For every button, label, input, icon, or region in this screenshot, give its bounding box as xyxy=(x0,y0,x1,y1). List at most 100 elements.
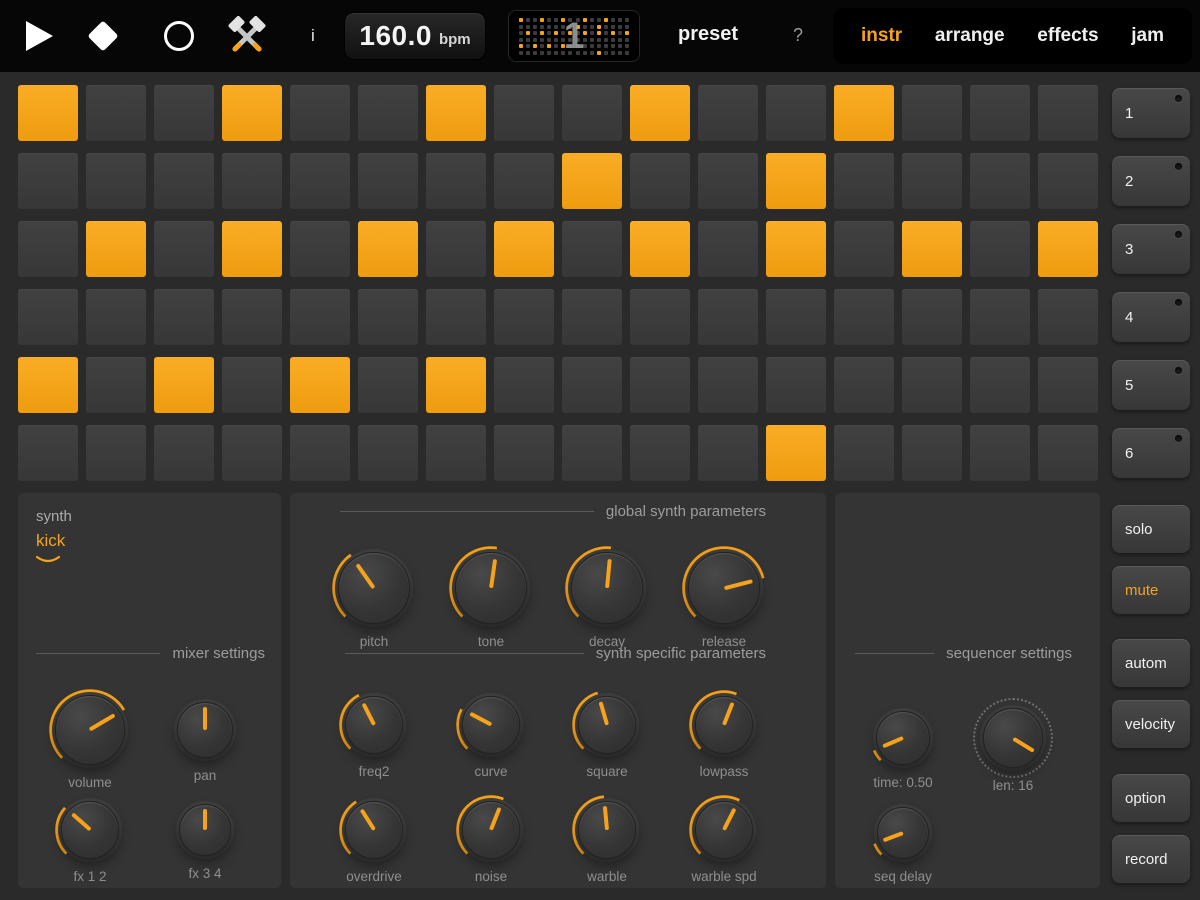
pad-r4-c9[interactable] xyxy=(562,289,622,345)
pad-r2-c10[interactable] xyxy=(630,153,690,209)
bpm-display[interactable]: 160.0 bpm xyxy=(344,12,486,60)
track-button-5[interactable]: 5 xyxy=(1112,360,1190,410)
pad-r4-c5[interactable] xyxy=(290,289,350,345)
pad-r4-c14[interactable] xyxy=(902,289,962,345)
pad-r2-c15[interactable] xyxy=(970,153,1030,209)
track-button-6[interactable]: 6 xyxy=(1112,428,1190,478)
mute-button[interactable]: mute xyxy=(1112,566,1190,614)
pad-r1-c14[interactable] xyxy=(902,85,962,141)
pad-r1-c2[interactable] xyxy=(86,85,146,141)
pad-r4-c13[interactable] xyxy=(834,289,894,345)
pad-r1-c12[interactable] xyxy=(766,85,826,141)
pad-r3-c8[interactable] xyxy=(494,221,554,277)
pad-r4-c4[interactable] xyxy=(222,289,282,345)
pad-r6-c8[interactable] xyxy=(494,425,554,481)
knob-curve[interactable]: curve xyxy=(431,690,551,779)
pad-r3-c14[interactable] xyxy=(902,221,962,277)
pad-r4-c16[interactable] xyxy=(1038,289,1098,345)
tab-jam[interactable]: jam xyxy=(1131,25,1164,47)
pad-r3-c11[interactable] xyxy=(698,221,758,277)
pad-r6-c3[interactable] xyxy=(154,425,214,481)
pad-r5-c15[interactable] xyxy=(970,357,1030,413)
pad-r2-c3[interactable] xyxy=(154,153,214,209)
pad-r5-c13[interactable] xyxy=(834,357,894,413)
pad-r6-c2[interactable] xyxy=(86,425,146,481)
pad-r1-c10[interactable] xyxy=(630,85,690,141)
pad-r1-c3[interactable] xyxy=(154,85,214,141)
pad-r1-c15[interactable] xyxy=(970,85,1030,141)
pad-r1-c11[interactable] xyxy=(698,85,758,141)
pad-r3-c13[interactable] xyxy=(834,221,894,277)
pad-r5-c10[interactable] xyxy=(630,357,690,413)
pad-r1-c16[interactable] xyxy=(1038,85,1098,141)
pad-r3-c5[interactable] xyxy=(290,221,350,277)
pattern-overview-display[interactable]: 1 xyxy=(508,10,640,62)
tab-instr[interactable]: instr xyxy=(861,25,902,47)
track-button-3[interactable]: 3 xyxy=(1112,224,1190,274)
pad-r6-c9[interactable] xyxy=(562,425,622,481)
pad-r1-c6[interactable] xyxy=(358,85,418,141)
velocity-button[interactable]: velocity xyxy=(1112,700,1190,748)
pad-r6-c5[interactable] xyxy=(290,425,350,481)
play-icon[interactable] xyxy=(26,21,53,51)
pad-r4-c12[interactable] xyxy=(766,289,826,345)
pad-r2-c14[interactable] xyxy=(902,153,962,209)
help-button[interactable]: ? xyxy=(793,25,803,46)
preset-button[interactable]: preset xyxy=(678,23,738,46)
pad-r4-c3[interactable] xyxy=(154,289,214,345)
pad-r3-c1[interactable] xyxy=(18,221,78,277)
pad-r5-c11[interactable] xyxy=(698,357,758,413)
pad-r5-c3[interactable] xyxy=(154,357,214,413)
pad-r2-c6[interactable] xyxy=(358,153,418,209)
knob-lowpass[interactable]: lowpass xyxy=(664,690,784,779)
pad-r6-c6[interactable] xyxy=(358,425,418,481)
record-circle-icon[interactable] xyxy=(164,21,194,51)
knob-square[interactable]: square xyxy=(547,690,667,779)
knob-noise[interactable]: noise xyxy=(431,795,551,884)
knob-time[interactable]: time: 0.50 xyxy=(843,705,963,790)
pad-r3-c12[interactable] xyxy=(766,221,826,277)
pad-r2-c2[interactable] xyxy=(86,153,146,209)
pad-r5-c14[interactable] xyxy=(902,357,962,413)
option-button[interactable]: option xyxy=(1112,774,1190,822)
pad-r4-c11[interactable] xyxy=(698,289,758,345)
hammers-icon[interactable] xyxy=(226,16,268,58)
pad-r2-c8[interactable] xyxy=(494,153,554,209)
knob-volume[interactable]: volume xyxy=(30,689,150,790)
pad-r6-c12[interactable] xyxy=(766,425,826,481)
pad-r6-c4[interactable] xyxy=(222,425,282,481)
pad-r5-c12[interactable] xyxy=(766,357,826,413)
pad-r5-c4[interactable] xyxy=(222,357,282,413)
knob-release[interactable]: release xyxy=(664,546,784,649)
pad-r2-c11[interactable] xyxy=(698,153,758,209)
pad-r2-c4[interactable] xyxy=(222,153,282,209)
pad-r4-c15[interactable] xyxy=(970,289,1030,345)
pad-r5-c2[interactable] xyxy=(86,357,146,413)
knob-len[interactable]: len: 16 xyxy=(953,698,1073,793)
knob-seqdelay[interactable]: seq delay xyxy=(843,801,963,884)
knob-warble[interactable]: warble xyxy=(547,795,667,884)
pad-r1-c7[interactable] xyxy=(426,85,486,141)
pad-r2-c1[interactable] xyxy=(18,153,78,209)
pad-r3-c16[interactable] xyxy=(1038,221,1098,277)
pad-r1-c8[interactable] xyxy=(494,85,554,141)
pad-r4-c6[interactable] xyxy=(358,289,418,345)
pad-r5-c6[interactable] xyxy=(358,357,418,413)
knob-freq2[interactable]: freq2 xyxy=(314,690,434,779)
pad-r3-c6[interactable] xyxy=(358,221,418,277)
track-button-2[interactable]: 2 xyxy=(1112,156,1190,206)
record-button[interactable]: record xyxy=(1112,835,1190,883)
solo-button[interactable]: solo xyxy=(1112,505,1190,553)
pad-r1-c4[interactable] xyxy=(222,85,282,141)
diamond-icon[interactable] xyxy=(87,20,119,52)
track-button-1[interactable]: 1 xyxy=(1112,88,1190,138)
knob-fx34[interactable]: fx 3 4 xyxy=(145,804,265,881)
pad-r4-c10[interactable] xyxy=(630,289,690,345)
pad-r1-c13[interactable] xyxy=(834,85,894,141)
pad-r4-c8[interactable] xyxy=(494,289,554,345)
pad-r6-c15[interactable] xyxy=(970,425,1030,481)
pad-r5-c9[interactable] xyxy=(562,357,622,413)
pad-r2-c7[interactable] xyxy=(426,153,486,209)
pad-r4-c1[interactable] xyxy=(18,289,78,345)
knob-pan[interactable]: pan xyxy=(145,702,265,783)
